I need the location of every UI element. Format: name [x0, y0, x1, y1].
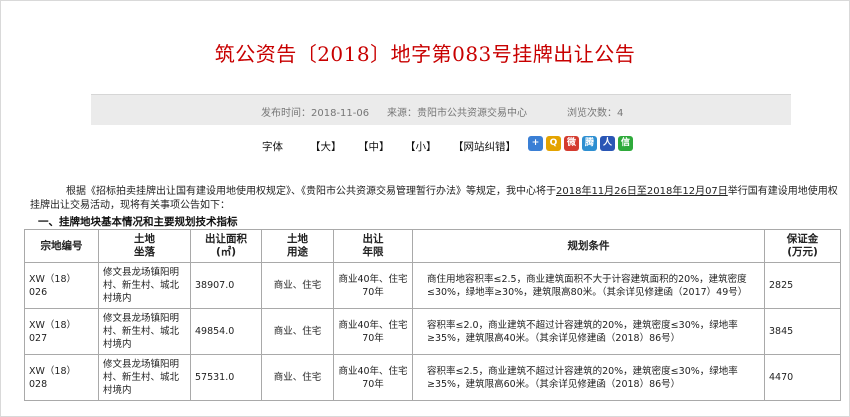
table-header-row: 宗地编号 土地 坐落 出让面积(㎡) 土地 用途 出让 年限 规划条件 保证金 (万元) — [24, 229, 841, 263]
planning-conditions: 容积率≤2.0，商业建筑不超过计容建筑的20%，建筑密度≤30%，绿地率≥35%… — [412, 308, 765, 355]
section-title: 一、挂牌地块基本情况和主要规划技术指标 — [38, 216, 238, 228]
trading-dates: 2018年11月26日至2018年12月07日 — [556, 186, 728, 197]
wechat-icon[interactable]: 信 — [618, 136, 633, 151]
article-meta-bar: 发布时间：2018-11-06 来源：贵阳市公共资源交易中心 浏览次数：4 — [91, 94, 791, 125]
parcel-location: 修文县龙场镇阳明村、新生村、城北村境内 — [98, 354, 191, 401]
source: 来源：贵阳市公共资源交易中心 — [387, 108, 527, 119]
lease-term: 商业40年、住宅70年 — [333, 354, 413, 401]
column-header: 宗地编号 — [24, 229, 99, 263]
table-row: XW（18）027 修文县龙场镇阳明村、新生村、城北村境内 49854.0 商业、住宅… — [24, 308, 841, 355]
font-medium-button[interactable]: 【中】 — [358, 139, 390, 154]
land-parcel-table: 宗地编号 土地 坐落 出让面积(㎡) 土地 用途 出让 年限 规划条件 保证金 (万元) X… — [24, 229, 841, 401]
lease-term: 商业40年、住宅70年 — [333, 262, 413, 309]
land-use: 商业、住宅 — [261, 354, 334, 401]
deposit-amount: 3845 — [764, 308, 841, 355]
parcel-location: 修文县龙场镇阳明村、新生村、城北村境内 — [98, 262, 191, 309]
parcel-location: 修文县龙场镇阳明村、新生村、城北村境内 — [98, 308, 191, 355]
parcel-area: 57531.0 — [190, 354, 262, 401]
column-header: 土地 坐落 — [98, 229, 191, 263]
parcel-id: XW（18）028 — [24, 354, 99, 401]
planning-conditions: 容积率≤2.5，商业建筑不超过计容建筑的20%，建筑密度≤30%，绿地率≥35%… — [412, 354, 765, 401]
weibo-icon[interactable]: 微 — [564, 136, 579, 151]
column-header: 保证金 (万元) — [764, 229, 841, 263]
page-title: 筑公资告〔2018〕地字第083号挂牌出让公告 — [214, 42, 636, 66]
land-use: 商业、住宅 — [261, 262, 334, 309]
plus-share-icon[interactable]: + — [528, 136, 543, 151]
qzone-icon[interactable]: Q — [546, 136, 561, 151]
table-row: XW（18）026 修文县龙场镇阳明村、新生村、城北村境内 38907.0 商业、住宅… — [24, 262, 841, 309]
view-count: 浏览次数：4 — [567, 108, 624, 119]
planning-conditions: 商住用地容积率≤2.5，商业建筑面积不大于计容建筑面积的20%，建筑密度≤30%… — [412, 262, 765, 309]
deposit-amount: 2825 — [764, 262, 841, 309]
publish-time: 发布时间：2018-11-06 — [261, 108, 370, 119]
toolbar: 字体 【大】 【中】 【小】 【网站纠错】 — [0, 136, 850, 158]
tencent-icon[interactable]: 腾 — [582, 136, 597, 151]
parcel-id: XW（18）026 — [24, 262, 99, 309]
deposit-amount: 4470 — [764, 354, 841, 401]
land-use: 商业、住宅 — [261, 308, 334, 355]
renren-icon[interactable]: 人 — [600, 136, 615, 151]
parcel-id: XW（18）027 — [24, 308, 99, 355]
font-size-label: 字体 — [262, 141, 283, 153]
report-error-button[interactable]: 【网站纠错】 — [453, 139, 516, 154]
column-header: 土地 用途 — [261, 229, 334, 263]
parcel-area: 38907.0 — [190, 262, 262, 309]
column-header: 出让面积(㎡) — [190, 229, 262, 263]
column-header: 出让 年限 — [333, 229, 413, 263]
table-row: XW（18）028 修文县龙场镇阳明村、新生村、城北村境内 57531.0 商业、住宅… — [24, 354, 841, 401]
intro-paragraph: 根据《招标拍卖挂牌出让国有建设用地使用权规定》、《贵阳市公共资源交易管理暂行办法… — [30, 186, 838, 211]
parcel-area: 49854.0 — [190, 308, 262, 355]
lease-term: 商业40年、住宅70年 — [333, 308, 413, 355]
font-small-button[interactable]: 【小】 — [405, 139, 437, 154]
font-large-button[interactable]: 【大】 — [310, 139, 342, 154]
column-header: 规划条件 — [412, 229, 765, 263]
